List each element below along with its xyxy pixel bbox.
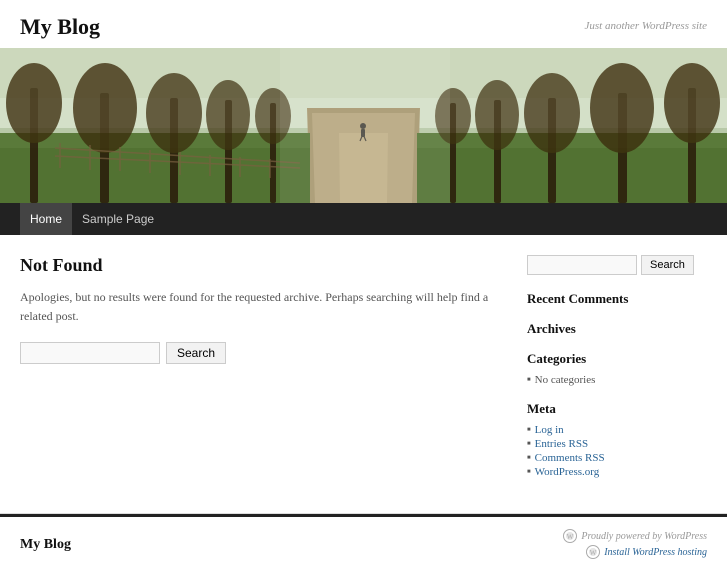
recent-comments-heading: Recent Comments (527, 291, 707, 307)
nav-item-home[interactable]: Home (20, 203, 72, 235)
list-item: Log in (527, 423, 707, 437)
categories-heading: Categories (527, 351, 707, 367)
site-title: My Blog (20, 14, 100, 40)
footer-right: W Proudly powered by WordPress W Install… (563, 529, 707, 561)
meta-entries-rss-link[interactable]: Entries RSS (535, 438, 588, 450)
wordpress-hosting-icon: W (586, 545, 600, 559)
footer-hosting-line: W Install WordPress hosting (563, 545, 707, 559)
sidebar-section-recent-comments: Recent Comments (527, 291, 707, 307)
sidebar-search-input[interactable] (527, 255, 637, 275)
sidebar-search-row: Search (527, 255, 707, 275)
list-item: Entries RSS (527, 437, 707, 451)
svg-text:W: W (567, 533, 574, 541)
footer-powered-by-text: Proudly powered by WordPress (581, 531, 707, 542)
sidebar: Search Recent Comments Archives Categori… (527, 255, 707, 493)
meta-list: Log in Entries RSS Comments RSS WordPres… (527, 423, 707, 479)
archives-heading: Archives (527, 321, 707, 337)
sidebar-section-categories: Categories No categories (527, 351, 707, 387)
footer-powered-by-line: W Proudly powered by WordPress (563, 529, 707, 543)
main-search-button[interactable]: Search (166, 342, 226, 364)
footer-site-title: My Blog (20, 537, 71, 553)
hero-image (0, 48, 727, 203)
not-found-title: Not Found (20, 255, 507, 276)
svg-text:W: W (590, 549, 597, 557)
main-content: Not Found Apologies, but no results were… (20, 255, 507, 493)
categories-list: No categories (527, 373, 707, 387)
not-found-text: Apologies, but no results were found for… (20, 288, 507, 326)
footer-hosting-link[interactable]: Install WordPress hosting (604, 547, 707, 558)
meta-heading: Meta (527, 401, 707, 417)
main-search-input[interactable] (20, 342, 160, 364)
wordpress-icon: W (563, 529, 577, 543)
site-tagline: Just another WordPress site (584, 20, 707, 32)
meta-wordpress-org-link[interactable]: WordPress.org (535, 466, 600, 478)
meta-login-link[interactable]: Log in (535, 424, 564, 436)
meta-comments-rss-link[interactable]: Comments RSS (535, 452, 605, 464)
sidebar-section-meta: Meta Log in Entries RSS Comments RSS Wor… (527, 401, 707, 479)
main-search-row: Search (20, 342, 507, 364)
footer: My Blog W Proudly powered by WordPress W… (0, 514, 727, 573)
no-categories-label: No categories (535, 374, 596, 386)
sidebar-section-archives: Archives (527, 321, 707, 337)
sidebar-search-button[interactable]: Search (641, 255, 694, 275)
nav-item-sample-page[interactable]: Sample Page (72, 203, 164, 235)
list-item: Comments RSS (527, 451, 707, 465)
list-item: No categories (527, 373, 707, 387)
list-item: WordPress.org (527, 465, 707, 479)
nav-bar: Home Sample Page (0, 203, 727, 235)
